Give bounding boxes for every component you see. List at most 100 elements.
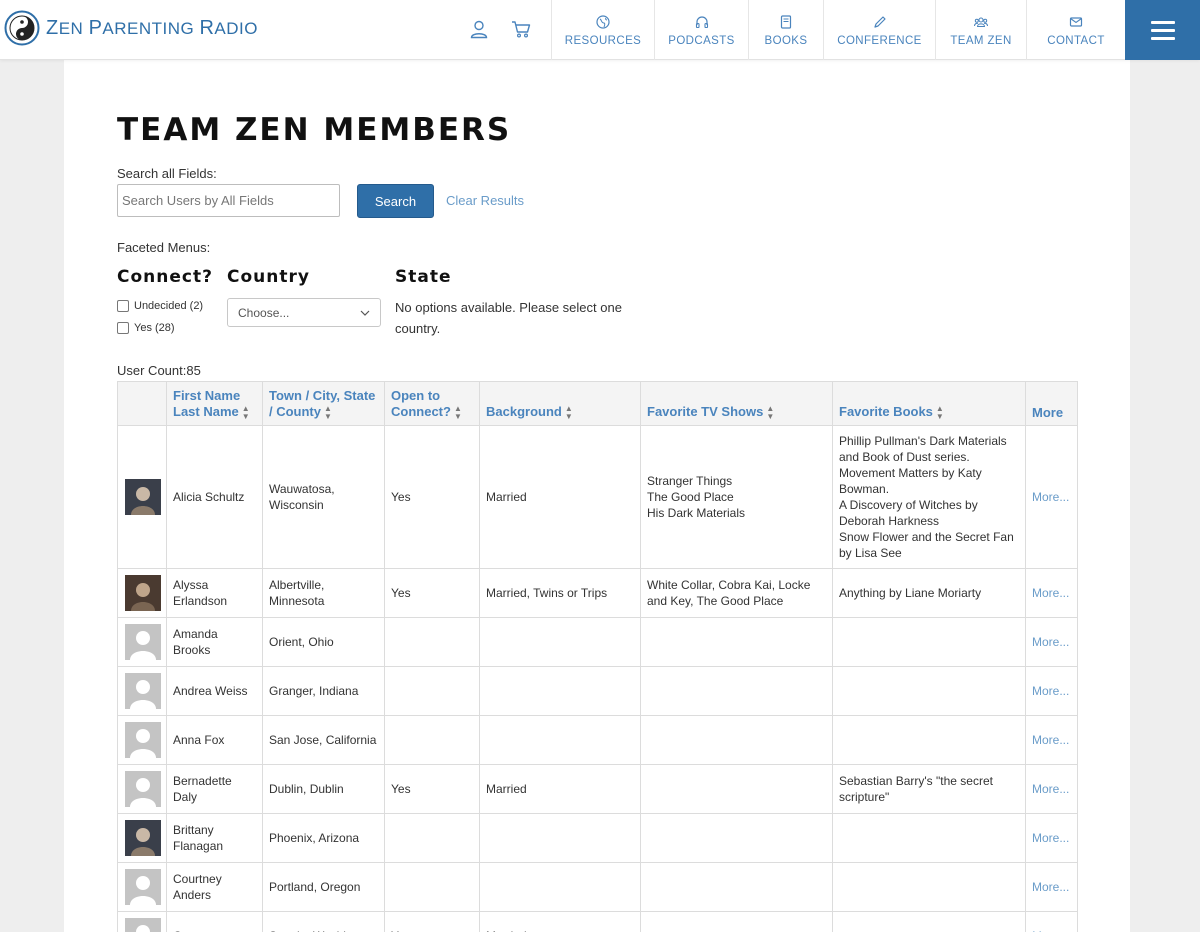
default-avatar-icon[interactable] (125, 673, 161, 709)
photo-column-header (117, 381, 167, 426)
state-message: No options available. Please select one … (395, 300, 622, 336)
photo-cell (117, 764, 167, 814)
name-column-header[interactable]: First Name Last Name ▲ ▼ (166, 381, 263, 426)
checkbox-icon[interactable] (117, 322, 129, 334)
photo-cell (117, 568, 167, 618)
town-cell: Dublin, Dublin (262, 764, 385, 814)
nav-resources[interactable]: RESOURCES (551, 0, 654, 60)
site-title: ZEN PARENTING RADIO (46, 16, 258, 39)
town-cell: Seattle, Washington (262, 911, 385, 932)
background-cell: Married, Twins or Trips (479, 568, 641, 618)
photo-cell (117, 666, 167, 716)
more-link[interactable]: More... (1025, 425, 1078, 569)
sort-icon: ▲ ▼ (324, 404, 332, 421)
site-logo[interactable]: ZEN PARENTING RADIO (4, 10, 258, 46)
background-cell (479, 862, 641, 912)
books-column-header[interactable]: Favorite Books ▲ ▼ (832, 381, 1026, 426)
photo-cell (117, 862, 167, 912)
more-link[interactable]: More... (1025, 764, 1078, 814)
photo-cell (117, 715, 167, 765)
books-cell (832, 911, 1026, 932)
nav-podcasts[interactable]: PODCASTS (654, 0, 748, 60)
nav-books[interactable]: BOOKS (748, 0, 823, 60)
connect-cell: Yes (384, 911, 480, 932)
book-icon (780, 15, 792, 29)
more-link[interactable]: More... (1025, 666, 1078, 716)
sort-icon: ▲ ▼ (453, 404, 462, 421)
nav-conference[interactable]: CONFERENCE (823, 0, 935, 60)
name-cell: Brittany Flanagan (166, 813, 263, 863)
more-link[interactable]: More... (1025, 568, 1078, 618)
faceted-menus-label: Faceted Menus: (117, 240, 211, 255)
member-photo[interactable] (125, 479, 161, 515)
user-account-icon[interactable] (469, 19, 489, 39)
sort-icon: ▲ ▼ (241, 404, 250, 421)
name-cell: Anna Fox (166, 715, 263, 765)
search-input[interactable] (117, 184, 340, 217)
background-cell (479, 813, 641, 863)
default-avatar-icon[interactable] (125, 722, 161, 758)
connect-yes-checkbox[interactable]: Yes (28) (117, 322, 175, 334)
member-photo[interactable] (125, 820, 161, 856)
envelope-icon (1069, 17, 1083, 27)
connect-cell: Yes (384, 764, 480, 814)
default-avatar-icon[interactable] (125, 869, 161, 905)
hamburger-menu-button[interactable] (1125, 0, 1200, 60)
tv-show: The Good Place (647, 490, 734, 504)
member-photo[interactable] (125, 575, 161, 611)
table-row: Alyssa Erlandson Albertville, Minnesota Ye… (117, 568, 1078, 618)
books-cell: Phillip Pullman's Dark Materials and Boo… (832, 425, 1026, 569)
sort-icon: ▲ ▼ (766, 404, 775, 421)
name-cell: Alicia Schultz (166, 425, 263, 569)
table-row: CaraSeattle, WashingtonYesMarried More... (117, 911, 1078, 932)
name-cell: Alyssa Erlandson (166, 568, 263, 618)
more-column-header: More (1025, 381, 1078, 426)
books-cell (832, 715, 1026, 765)
town-cell: Albertville, Minnesota (262, 568, 385, 618)
country-select[interactable]: Choose... (227, 298, 381, 327)
more-link[interactable]: More... (1025, 813, 1078, 863)
book: Movement Matters by Katy Bowman. (839, 466, 982, 496)
checkbox-icon[interactable] (117, 300, 129, 312)
connect-undecided-checkbox[interactable]: Undecided (2) (117, 300, 203, 312)
town-column-header[interactable]: Town / City, State / County ▲ ▼ (262, 381, 385, 426)
tv-cell (640, 862, 833, 912)
nav-team-zen[interactable]: TEAM ZEN (935, 0, 1026, 60)
cart-icon[interactable] (511, 19, 531, 39)
background-cell: Married (479, 764, 641, 814)
clear-results-link[interactable]: Clear Results (446, 193, 524, 208)
page-title: TEAM ZEN MEMBERS (117, 112, 512, 148)
more-link[interactable]: More... (1025, 911, 1078, 932)
tv-cell (640, 617, 833, 667)
name-cell: Andrea Weiss (166, 666, 263, 716)
default-avatar-icon[interactable] (125, 771, 161, 807)
table-row: Alicia Schultz Wauwatosa, Wisconsin Yes Mar… (117, 425, 1078, 569)
sort-icon: ▲ ▼ (935, 404, 944, 421)
connect-cell (384, 617, 480, 667)
table-row: Courtney Anders Portland, Oregon More... (117, 862, 1078, 912)
connect-cell (384, 813, 480, 863)
more-link[interactable]: More... (1025, 715, 1078, 765)
photo-cell (117, 425, 167, 569)
connect-cell: Yes (384, 425, 480, 569)
default-avatar-icon[interactable] (125, 624, 161, 660)
books-cell: Sebastian Barry's "the secret scripture" (832, 764, 1026, 814)
nav-team-zen-label: TEAM ZEN (950, 35, 1012, 47)
members-table: First Name Last Name ▲ ▼ Town / City, Stat… (117, 381, 1078, 932)
town-cell: Granger, Indiana (262, 666, 385, 716)
book: Anything by Liane Moriarty (839, 586, 982, 600)
default-avatar-icon[interactable] (125, 918, 161, 932)
tv-show: White Collar, Cobra Kai, Locke and Key, … (647, 578, 811, 608)
table-row: Bernadette Daly Dublin, Dublin Yes Married S… (117, 764, 1078, 814)
connect-cell (384, 715, 480, 765)
connect-column-header[interactable]: Open to Connect? ▲ ▼ (384, 381, 480, 426)
tv-show: His Dark Materials (647, 506, 746, 520)
more-link[interactable]: More... (1025, 862, 1078, 912)
tv-cell: White Collar, Cobra Kai, Locke and Key, … (640, 568, 833, 618)
tv-column-header[interactable]: Favorite TV Shows ▲ ▼ (640, 381, 833, 426)
background-column-header[interactable]: Background ▲ ▼ (479, 381, 641, 426)
search-button[interactable]: Search (357, 184, 434, 218)
more-link[interactable]: More... (1025, 617, 1078, 667)
globe-icon (596, 15, 610, 29)
nav-contact[interactable]: CONTACT (1026, 0, 1125, 60)
